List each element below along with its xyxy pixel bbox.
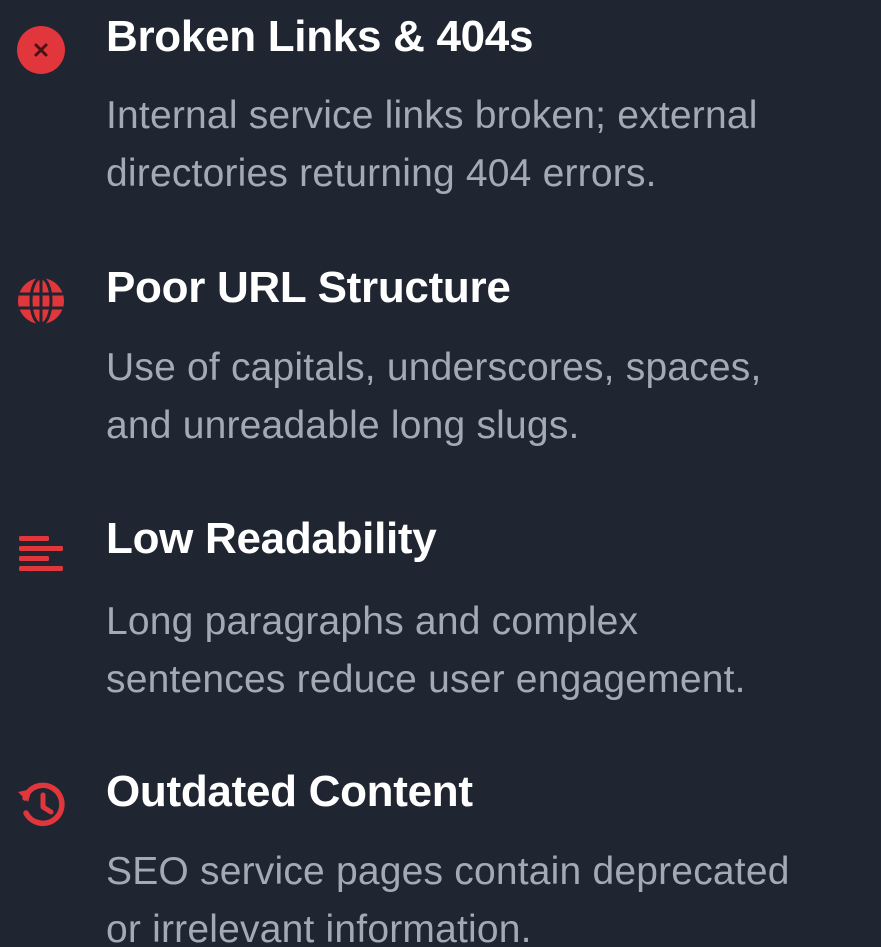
issue-description-line: Internal service links broken; external [106,94,758,137]
issue-title: Outdated Content [106,767,473,816]
issue-description-line: SEO service pages contain deprecated [106,850,790,893]
history-icon [16,780,66,830]
issue-title: Low Readability [106,514,437,563]
issue-description: Long paragraphs and complex sentences re… [106,593,876,709]
issue-title: Poor URL Structure [106,263,511,312]
issue-description-line: or irrelevant information. [106,908,532,947]
x-circle-icon [16,25,66,75]
align-left-icon [16,527,66,577]
issue-description: SEO service pages contain deprecated or … [106,843,876,947]
issue-description-line: directories returning 404 errors. [106,152,657,195]
issue-description: Internal service links broken; external … [106,87,876,203]
issue-description-line: sentences reduce user engagement. [106,658,746,701]
issue-description-line: Long paragraphs and complex [106,600,639,643]
issue-title: Broken Links & 404s [106,12,534,61]
issue-description-line: and unreadable long slugs. [106,404,580,447]
globe-icon [16,276,66,326]
issue-description-line: Use of capitals, underscores, spaces, [106,346,762,389]
issue-description: Use of capitals, underscores, spaces, an… [106,339,876,455]
